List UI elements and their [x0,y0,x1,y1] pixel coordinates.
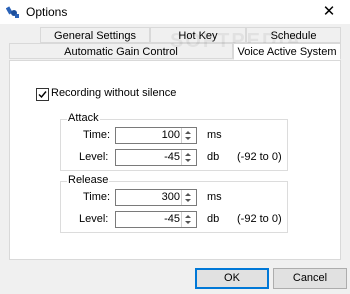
title-bar: Options ✕ [0,0,350,24]
checkmark-icon [38,91,47,99]
spin-down-icon[interactable] [185,159,191,162]
spin-down-icon[interactable] [185,137,191,140]
voice-active-system-panel: Recording without silence Attack Time: 1… [9,60,341,260]
recording-without-silence-label: Recording without silence [51,87,177,99]
release-time-stepper[interactable] [181,190,196,205]
attack-group: Attack Time: 100 ms Level: -45 db (-92 t… [60,112,288,171]
app-satellite-icon [6,6,19,18]
attack-level-unit: db [207,151,220,163]
attack-time-spinner[interactable]: 100 [115,127,197,144]
spin-up-icon[interactable] [185,131,191,134]
spin-up-icon[interactable] [185,153,191,156]
attack-time-unit: ms [207,129,222,141]
attack-time-stepper[interactable] [181,128,196,143]
release-level-spinner[interactable]: -45 [115,211,197,228]
cancel-button[interactable]: Cancel [273,268,347,289]
release-level-value[interactable]: -45 [164,213,180,225]
release-time-label: Time: [83,191,111,203]
release-time-unit: ms [207,191,222,203]
attack-level-label: Level: [79,151,109,163]
release-time-value[interactable]: 300 [162,191,180,203]
spin-up-icon[interactable] [185,193,191,196]
attack-level-spinner[interactable]: -45 [115,149,197,166]
release-level-unit: db [207,213,220,225]
attack-level-value[interactable]: -45 [164,151,180,163]
release-level-label: Level: [79,213,109,225]
attack-time-label: Time: [83,129,111,141]
spin-down-icon[interactable] [185,221,191,224]
release-time-spinner[interactable]: 300 [115,189,197,206]
attack-group-title: Attack [67,112,100,124]
spin-down-icon[interactable] [185,199,191,202]
release-group-title: Release [67,174,110,186]
spin-up-icon[interactable] [185,215,191,218]
attack-level-range: (-92 to 0) [237,151,282,163]
tab-voice-active-system[interactable]: Voice Active System [233,43,341,60]
tab-general-settings[interactable]: General Settings [40,27,150,43]
recording-without-silence-checkbox[interactable] [36,88,49,101]
release-group: Release Time: 300 ms Level: -45 db (-92 … [60,174,288,233]
attack-level-stepper[interactable] [181,150,196,165]
release-level-stepper[interactable] [181,212,196,227]
close-icon[interactable]: ✕ [312,0,346,24]
attack-time-value[interactable]: 100 [162,129,180,141]
release-level-range: (-92 to 0) [237,213,282,225]
window-title: Options [26,5,68,19]
ok-button[interactable]: OK [195,268,269,289]
